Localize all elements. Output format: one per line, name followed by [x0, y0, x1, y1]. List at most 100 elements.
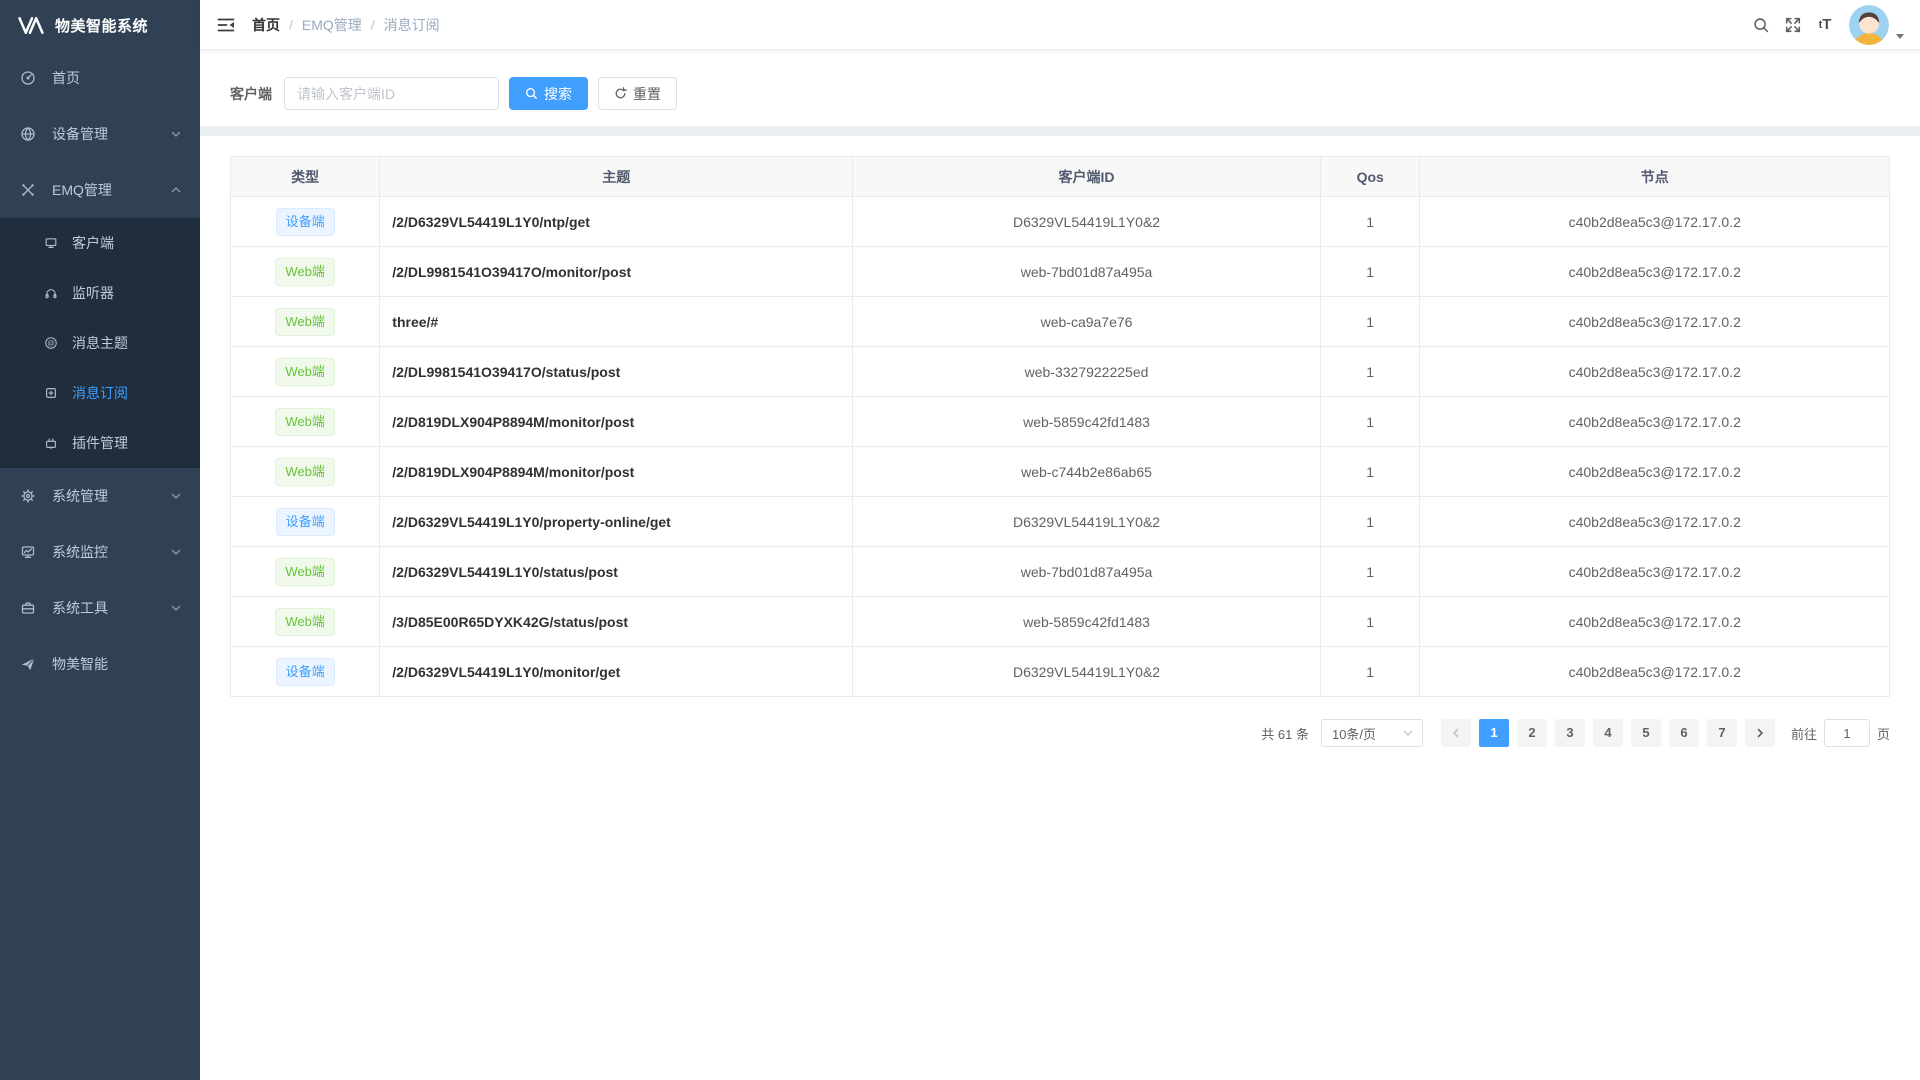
- main-area: 首页 / EMQ管理 / 消息订阅 tT: [200, 0, 1920, 1080]
- sidebar-item-plugin[interactable]: 插件管理: [0, 418, 200, 468]
- prev-page-button[interactable]: [1441, 719, 1471, 747]
- client-id-cell: web-3327922225ed: [853, 347, 1321, 397]
- node-cell: c40b2d8ea5c3@172.17.0.2: [1420, 197, 1890, 247]
- type-badge: Web端: [275, 258, 335, 286]
- sidebar-item-label: EMQ管理: [52, 180, 170, 200]
- page-button-6[interactable]: 6: [1669, 719, 1699, 747]
- sidebar-item-subscribe[interactable]: 消息订阅: [0, 368, 200, 418]
- page-button-5[interactable]: 5: [1631, 719, 1661, 747]
- goto-suffix: 页: [1877, 724, 1890, 743]
- page-size-select[interactable]: 10条/页: [1321, 719, 1423, 747]
- search-panel: 客户端 搜索 重置: [210, 60, 1910, 126]
- page-button-1[interactable]: 1: [1479, 719, 1509, 747]
- sidebar-item-client[interactable]: 客户端: [0, 218, 200, 268]
- section-divider: [200, 126, 1920, 136]
- fullscreen-icon[interactable]: [1777, 5, 1809, 45]
- table-row: Web端 /2/DL9981541O39417O/status/post web…: [231, 347, 1890, 397]
- table-row: Web端 /2/DL9981541O39417O/monitor/post we…: [231, 247, 1890, 297]
- goto-label: 前往: [1791, 724, 1817, 743]
- column-header-node: 节点: [1420, 157, 1890, 197]
- sidebar-item-label: 客户端: [72, 233, 182, 253]
- table-row: Web端 /2/D819DLX904P8894M/monitor/post we…: [231, 397, 1890, 447]
- qos-cell: 1: [1320, 597, 1420, 647]
- client-id-cell: web-5859c42fd1483: [853, 397, 1321, 447]
- sidebar-item-label: 系统工具: [52, 598, 170, 618]
- topic-cell: /2/D6329VL54419L1Y0/status/post: [380, 547, 853, 597]
- client-id-input[interactable]: [284, 77, 499, 110]
- sidebar-item-devices[interactable]: 设备管理: [0, 106, 200, 162]
- search-icon: [525, 87, 538, 100]
- monitor-chart-icon: [20, 544, 36, 560]
- client-id-cell: web-7bd01d87a495a: [853, 247, 1321, 297]
- type-badge: 设备端: [276, 508, 335, 536]
- type-cell: Web端: [231, 447, 380, 497]
- type-badge: Web端: [275, 308, 335, 336]
- client-id-cell: D6329VL54419L1Y0&2: [853, 647, 1321, 697]
- search-icon[interactable]: [1745, 5, 1777, 45]
- sidebar-item-topic[interactable]: @ 消息主题: [0, 318, 200, 368]
- node-cell: c40b2d8ea5c3@172.17.0.2: [1420, 347, 1890, 397]
- topic-cell: /2/D6329VL54419L1Y0/ntp/get: [380, 197, 853, 247]
- subscriptions-table: 类型 主题 客户端ID Qos 节点 设备端 /2/D6329VL54419L1…: [230, 156, 1890, 697]
- type-cell: Web端: [231, 597, 380, 647]
- qos-cell: 1: [1320, 397, 1420, 447]
- table-row: Web端 /3/D85E00R65DYXK42G/status/post web…: [231, 597, 1890, 647]
- navbar-actions: tT: [1745, 5, 1906, 45]
- client-id-cell: web-5859c42fd1483: [853, 597, 1321, 647]
- plugin-icon: [44, 436, 58, 450]
- table-row: 设备端 /2/D6329VL54419L1Y0/ntp/get D6329VL5…: [231, 197, 1890, 247]
- chevron-down-icon: [170, 546, 182, 558]
- sidebar-item-listener[interactable]: 监听器: [0, 268, 200, 318]
- sidebar-item-label: 物美智能: [52, 654, 182, 674]
- sidebar-item-monitoring[interactable]: 系统监控: [0, 524, 200, 580]
- page-size-value: 10条/页: [1332, 724, 1376, 743]
- chevron-left-icon: [1450, 727, 1462, 739]
- table-row: Web端 /2/D6329VL54419L1Y0/status/post web…: [231, 547, 1890, 597]
- paper-plane-icon: [20, 656, 36, 672]
- search-button[interactable]: 搜索: [509, 77, 588, 110]
- type-cell: 设备端: [231, 647, 380, 697]
- sidebar-item-label: 设备管理: [52, 124, 170, 144]
- emq-icon: [20, 182, 36, 198]
- hamburger-icon[interactable]: [216, 15, 236, 35]
- table-row: 设备端 /2/D6329VL54419L1Y0/property-online/…: [231, 497, 1890, 547]
- node-cell: c40b2d8ea5c3@172.17.0.2: [1420, 247, 1890, 297]
- user-menu[interactable]: [1849, 5, 1906, 45]
- breadcrumb-home[interactable]: 首页: [252, 15, 280, 35]
- topic-cell: /2/D819DLX904P8894M/monitor/post: [380, 447, 853, 497]
- client-id-cell: D6329VL54419L1Y0&2: [853, 197, 1321, 247]
- column-header-topic: 主题: [380, 157, 853, 197]
- client-id-cell: web-ca9a7e76: [853, 297, 1321, 347]
- type-badge: Web端: [275, 608, 335, 636]
- goto-page-input[interactable]: [1824, 719, 1870, 747]
- column-header-type: 类型: [231, 157, 380, 197]
- sidebar-item-emq[interactable]: EMQ管理: [0, 162, 200, 218]
- sidebar-item-tools[interactable]: 系统工具: [0, 580, 200, 636]
- sidebar-item-label: 系统管理: [52, 486, 170, 506]
- sidebar-item-wumei[interactable]: 物美智能: [0, 636, 200, 692]
- type-badge: 设备端: [276, 658, 335, 686]
- top-navbar: 首页 / EMQ管理 / 消息订阅 tT: [200, 0, 1920, 50]
- caret-down-icon: [1896, 34, 1904, 39]
- page-button-7[interactable]: 7: [1707, 719, 1737, 747]
- sidebar-item-system[interactable]: 系统管理: [0, 468, 200, 524]
- table-row: Web端 three/# web-ca9a7e76 1 c40b2d8ea5c3…: [231, 297, 1890, 347]
- reset-button[interactable]: 重置: [598, 77, 677, 110]
- subscribe-icon: [44, 386, 58, 400]
- qos-cell: 1: [1320, 347, 1420, 397]
- font-size-icon[interactable]: tT: [1809, 5, 1841, 45]
- page-button-2[interactable]: 2: [1517, 719, 1547, 747]
- sidebar-item-label: 插件管理: [72, 433, 182, 453]
- page-button-4[interactable]: 4: [1593, 719, 1623, 747]
- sidebar-menu: 首页 设备管理 EMQ管理: [0, 50, 200, 692]
- reset-button-label: 重置: [633, 84, 661, 104]
- avatar[interactable]: [1849, 5, 1889, 45]
- page-button-3[interactable]: 3: [1555, 719, 1585, 747]
- next-page-button[interactable]: [1745, 719, 1775, 747]
- sidebar-item-home[interactable]: 首页: [0, 50, 200, 106]
- type-cell: Web端: [231, 397, 380, 447]
- client-id-cell: web-c744b2e86ab65: [853, 447, 1321, 497]
- node-cell: c40b2d8ea5c3@172.17.0.2: [1420, 547, 1890, 597]
- breadcrumb-current: 消息订阅: [384, 15, 440, 35]
- qos-cell: 1: [1320, 297, 1420, 347]
